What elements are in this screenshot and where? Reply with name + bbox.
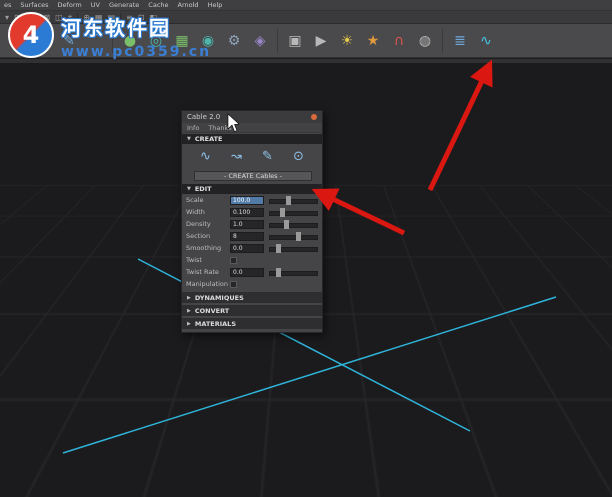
divider — [277, 28, 278, 53]
section-label: Section — [186, 232, 211, 240]
section-create-label: CREATE — [194, 135, 223, 143]
scale-slider[interactable] — [269, 195, 318, 205]
section-convert[interactable]: ▶ CONVERT — [182, 305, 322, 316]
watermark: 4 河东软件园 www.pc0359.cn — [8, 12, 211, 60]
point-light-icon[interactable]: ☀ — [336, 30, 358, 52]
section-row: Section 8 — [182, 230, 322, 242]
section-create[interactable]: ▼ CREATE — [182, 134, 322, 144]
smoothing-input[interactable]: 0.0 — [230, 243, 264, 253]
smoothing-row: Smoothing 0.0 — [182, 242, 322, 254]
section-input[interactable]: 8 — [230, 231, 264, 241]
expand-arrow-icon: ▶ — [187, 320, 191, 327]
snap-sphere-icon[interactable]: ◍ — [414, 30, 436, 52]
smoothing-slider[interactable] — [269, 243, 318, 253]
width-label: Width — [186, 208, 205, 216]
gear-icon[interactable]: ⚙ — [223, 30, 245, 52]
menu-info[interactable]: Info — [187, 124, 199, 132]
menu-cache[interactable]: Cache — [148, 1, 168, 9]
twist-label: Twist — [186, 256, 202, 264]
maya-window: es Surfaces Deform UV Generate Cache Arn… — [0, 0, 612, 497]
create-tools: ∿ ↝ ✎ ⊙ — [182, 144, 322, 169]
density-row: Density 1.0 — [182, 218, 322, 230]
section-dynamiques-label: DYNAMIQUES — [194, 293, 244, 302]
scale-label: Scale — [186, 196, 204, 204]
cable-panel: Cable 2.0 Info Thanks ▼ CREATE ∿ ↝ ✎ ⊙ -… — [181, 110, 323, 333]
menu-uv[interactable]: UV — [91, 1, 100, 9]
twist-rate-row: Twist Rate 0.0 — [182, 266, 322, 278]
twist-rate-label: Twist Rate — [186, 268, 219, 276]
panel-title: Cable 2.0 — [187, 113, 221, 121]
expand-arrow-icon: ▶ — [187, 294, 191, 301]
twist-rate-input[interactable]: 0.0 — [230, 267, 264, 277]
menu-help[interactable]: Help — [208, 1, 223, 9]
cable-from-curve-icon[interactable]: ∿ — [200, 149, 211, 164]
cable-pin-icon[interactable]: ⊙ — [293, 149, 304, 164]
menu-bar: es Surfaces Deform UV Generate Cache Arn… — [0, 0, 612, 11]
width-input[interactable]: 0.100 — [230, 207, 264, 217]
twist-row: Twist — [182, 254, 322, 266]
menu-curves[interactable]: es — [4, 1, 11, 9]
section-edit[interactable]: ▼ EDIT — [182, 184, 322, 194]
site-name: 河东软件园 — [61, 16, 171, 40]
cable-draw-icon[interactable]: ✎ — [262, 149, 273, 164]
panel-title-bar[interactable]: Cable 2.0 — [182, 111, 322, 123]
section-edit-label: EDIT — [194, 185, 212, 193]
width-row: Width 0.100 — [182, 206, 322, 218]
smoothing-label: Smoothing — [186, 244, 222, 252]
section-materials-label: MATERIALS — [194, 319, 237, 328]
site-logo-icon: 4 — [8, 12, 54, 58]
expand-arrow-icon: ▶ — [187, 307, 191, 314]
panel-menu-bar: Info Thanks — [182, 123, 322, 133]
width-slider[interactable] — [269, 207, 318, 217]
twist-rate-slider[interactable] — [269, 267, 318, 277]
scale-row: Scale 100.0 — [182, 194, 322, 206]
manipulation-row: Manipulation — [182, 278, 322, 290]
section-dynamiques[interactable]: ▶ DYNAMIQUES — [182, 292, 322, 303]
section-convert-label: CONVERT — [194, 306, 230, 315]
create-cables-button[interactable]: - CREATE Cables - — [194, 171, 312, 181]
collapse-arrow-icon: ▼ — [187, 186, 191, 192]
density-slider[interactable] — [269, 219, 318, 229]
section-slider[interactable] — [269, 231, 318, 241]
twist-checkbox[interactable] — [230, 256, 237, 264]
menu-surfaces[interactable]: Surfaces — [20, 1, 48, 9]
playblast-icon[interactable]: ▶ — [310, 30, 332, 52]
menu-deform[interactable]: Deform — [58, 1, 82, 9]
menu-thanks[interactable]: Thanks — [208, 124, 231, 132]
menu-generate[interactable]: Generate — [109, 1, 139, 9]
collapse-arrow-icon: ▼ — [187, 136, 191, 142]
slider-panel-icon[interactable]: ≣ — [449, 30, 471, 52]
manipulation-checkbox[interactable] — [230, 280, 237, 288]
cable-spline-icon[interactable]: ↝ — [231, 149, 242, 164]
divider — [442, 28, 443, 53]
prism-icon[interactable]: ◈ — [249, 30, 271, 52]
menu-arnold[interactable]: Arnold — [178, 1, 199, 9]
sun-light-icon[interactable]: ★ — [362, 30, 384, 52]
cable-plugin-icon[interactable]: ∿ — [475, 30, 497, 52]
magnet-icon[interactable]: ∩ — [388, 30, 410, 52]
section-materials[interactable]: ▶ MATERIALS — [182, 318, 322, 329]
scale-input[interactable]: 100.0 — [230, 195, 264, 205]
density-input[interactable]: 1.0 — [230, 219, 264, 229]
site-url: www.pc0359.cn — [61, 44, 212, 60]
camera-icon[interactable]: ▣ — [284, 30, 306, 52]
manipulation-label: Manipulation — [186, 280, 229, 288]
density-label: Density — [186, 220, 211, 228]
close-icon[interactable] — [311, 114, 317, 120]
